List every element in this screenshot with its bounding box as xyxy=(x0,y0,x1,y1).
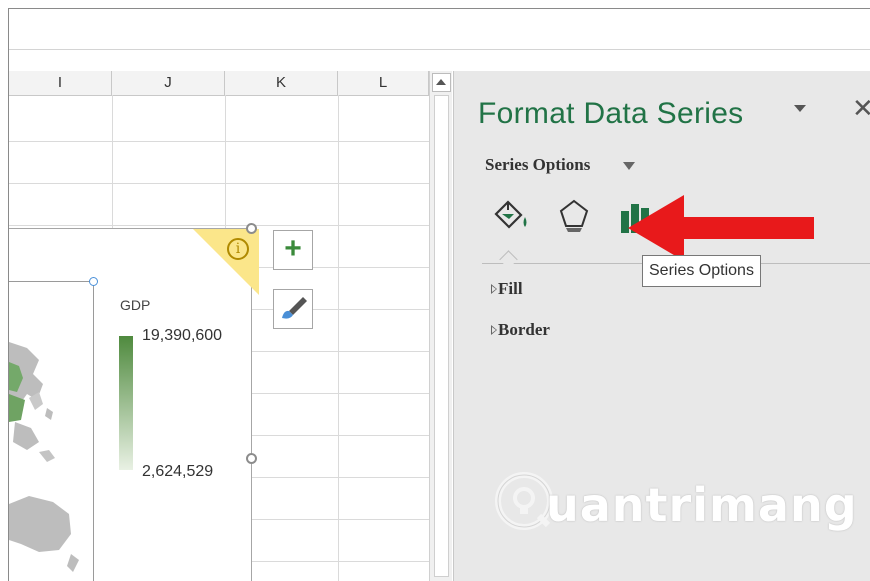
info-icon[interactable]: i xyxy=(227,238,249,260)
pentagon-icon xyxy=(559,199,589,232)
section-fill[interactable]: Fill xyxy=(498,279,523,299)
dropdown-caret-icon[interactable] xyxy=(623,162,635,170)
expand-triangle-icon[interactable] xyxy=(491,284,497,294)
world-map-fragment xyxy=(9,342,79,572)
vertical-scrollbar[interactable] xyxy=(429,71,452,581)
grid-line xyxy=(9,141,429,142)
plus-icon: + xyxy=(284,232,302,265)
resize-handle-top-right[interactable] xyxy=(246,223,257,234)
scroll-thumb[interactable] xyxy=(434,95,449,577)
close-icon[interactable]: ✕ xyxy=(852,93,870,124)
watermark-text: uantrimang xyxy=(546,478,858,532)
column-header-i[interactable]: I xyxy=(9,71,112,95)
tooltip-series-options: Series Options xyxy=(642,255,761,287)
legend-max-value: 19,390,600 xyxy=(142,327,223,344)
grid-line xyxy=(9,225,429,226)
chart-styles-button[interactable] xyxy=(273,289,313,329)
column-header-l[interactable]: L xyxy=(338,71,429,95)
tab-fill-line[interactable] xyxy=(492,195,532,240)
column-header-k[interactable]: K xyxy=(225,71,338,95)
watermark-logo-icon xyxy=(495,472,553,530)
window: I J K L i GDP 19,390,600 2,624,529 + For… xyxy=(8,8,870,581)
column-header-row: I J K L xyxy=(9,71,429,96)
chart-plot-area[interactable] xyxy=(9,281,94,581)
legend-color-scale xyxy=(119,336,133,470)
section-border[interactable]: Border xyxy=(498,320,550,340)
series-options-dropdown[interactable]: Series Options xyxy=(485,155,590,175)
tab-effects[interactable] xyxy=(554,195,594,240)
chart-elements-button[interactable]: + xyxy=(273,230,313,270)
resize-handle-right[interactable] xyxy=(246,453,257,464)
paint-bucket-icon xyxy=(494,200,527,229)
paintbrush-icon xyxy=(282,297,307,319)
grid-line xyxy=(9,183,429,184)
chevron-down-icon[interactable] xyxy=(794,105,806,112)
legend-min-value: 2,624,529 xyxy=(142,463,214,480)
expand-triangle-icon[interactable] xyxy=(491,325,497,335)
formula-bar-area xyxy=(9,9,870,50)
pane-title: Format Data Series xyxy=(478,97,744,130)
column-header-j[interactable]: J xyxy=(112,71,225,95)
grid-line xyxy=(338,95,339,581)
scroll-up-button[interactable] xyxy=(432,73,451,92)
legend-title: GDP xyxy=(120,297,151,313)
warning-corner xyxy=(193,229,259,295)
plot-area-handle[interactable] xyxy=(89,277,98,286)
red-arrow-annotation xyxy=(628,195,814,261)
active-tab-pointer xyxy=(499,250,518,269)
format-data-series-pane: Format Data Series ✕ Series Options xyxy=(453,71,870,581)
